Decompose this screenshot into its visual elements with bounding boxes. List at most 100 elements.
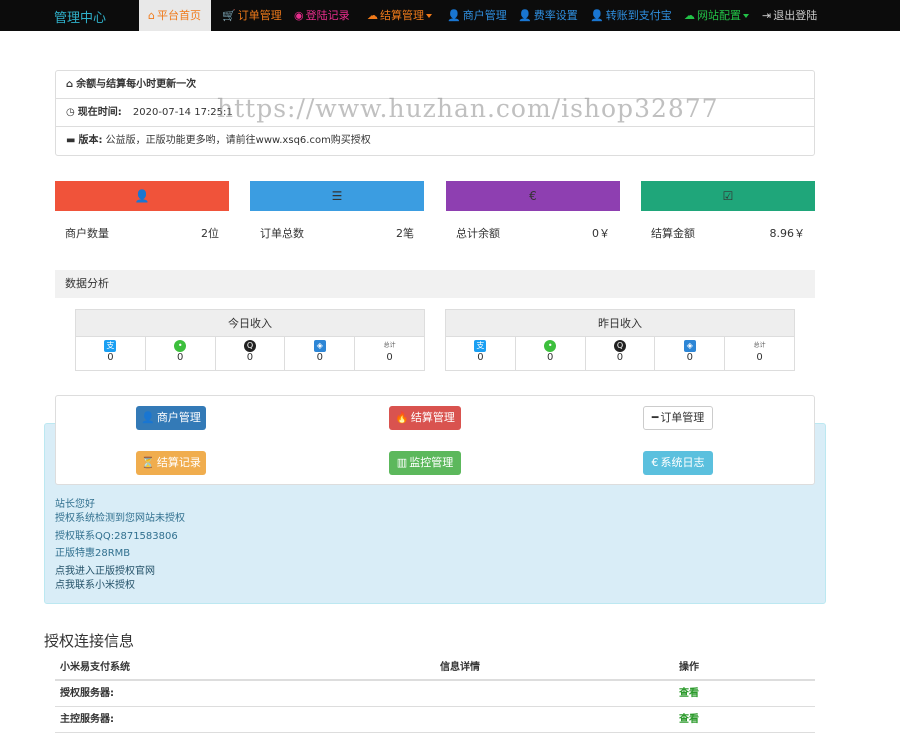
stat-header: ☑ xyxy=(641,181,815,211)
column-header: 操作 xyxy=(679,662,699,673)
watermark: https://www.huzhan.com/ishop32877 xyxy=(217,94,719,123)
total-icon: 总计 xyxy=(383,342,396,349)
comment-icon: ▬ xyxy=(66,135,76,146)
monitor-manage-button[interactable]: ▥ 监控管理 xyxy=(389,451,461,475)
notice-line: 授权联系QQ:2871583806 xyxy=(55,531,178,542)
income-cell-wechat: • 0 xyxy=(146,337,216,370)
euro-icon: € xyxy=(529,189,537,203)
stat-value: 2位 xyxy=(201,227,219,240)
analysis-header: 数据分析 xyxy=(55,270,815,298)
income-cell-shield: ◈ 0 xyxy=(285,337,356,370)
clock-icon: ◷ xyxy=(66,107,75,118)
stat-label: 订单总数 xyxy=(260,227,304,240)
nav-item-login-records[interactable]: ◉ 登陆记录 xyxy=(294,0,350,31)
hourglass-icon: ⏳ xyxy=(141,456,155,469)
euro-icon: € xyxy=(651,456,659,469)
time-label: 现在时间: xyxy=(77,107,122,118)
stat-header: € xyxy=(446,181,620,211)
view-link[interactable]: 查看 xyxy=(679,707,699,733)
list-icon: ☰ xyxy=(331,189,343,203)
nav-item-label: 订单管理 xyxy=(237,9,282,22)
nav-item-site-config[interactable]: ☁ 网站配置 xyxy=(684,0,749,31)
nav-item-label: 退出登陆 xyxy=(773,9,818,22)
cloud-icon: ☁ xyxy=(367,9,378,22)
qq-icon: Q xyxy=(243,340,256,352)
shield-icon: ◈ xyxy=(683,340,696,352)
nav-item-merchants[interactable]: 👤 商户管理 xyxy=(447,0,507,31)
camera-icon: ◉ xyxy=(294,9,304,22)
barcode-icon: ▥ xyxy=(396,456,408,469)
cart-icon: 🛒 xyxy=(222,9,236,22)
income-cell-wechat: • 0 xyxy=(516,337,586,370)
stat-card-settled: ☑ 结算金额 8.96￥ xyxy=(641,181,815,257)
stat-label: 结算金额 xyxy=(651,227,695,240)
user-icon: 👤 xyxy=(518,9,532,22)
info-version-row: ▬ 版本: 公益版，正版功能更多哟，请前往www.xsq6.com购买授权 xyxy=(56,127,814,155)
stat-header: 👤 xyxy=(55,181,229,211)
qq-icon: Q xyxy=(613,340,626,352)
nav-item-orders[interactable]: 🛒 订单管理 xyxy=(222,0,282,31)
wechat-icon: • xyxy=(174,340,187,352)
nav-item-label: 登陆记录 xyxy=(305,9,350,22)
income-title: 昨日收入 xyxy=(445,309,795,337)
system-log-button[interactable]: € 系统日志 xyxy=(643,451,713,475)
income-today: 今日收入 支0 • 0 Q0 ◈ 0 总计 0 xyxy=(75,309,425,371)
check-icon: ☑ xyxy=(722,189,734,203)
nav-item-rate-settings[interactable]: 👤 费率设置 xyxy=(518,0,578,31)
column-header: 小米易支付系统 xyxy=(60,662,130,673)
user-icon: 👤 xyxy=(447,9,461,22)
nav-item-logout[interactable]: ⇥ 退出登陆 xyxy=(762,0,817,31)
user-icon: 👤 xyxy=(141,411,155,424)
stat-card-merchants: 👤 商户数量 2位 xyxy=(55,181,229,257)
alipay-icon: 支 xyxy=(474,340,487,352)
merchant-manage-button[interactable]: 👤 商户管理 xyxy=(136,406,206,430)
home-icon: ⌂ xyxy=(66,79,74,90)
brand-title[interactable]: 管理中心 xyxy=(54,7,106,26)
stat-card-orders: ☰ 订单总数 2笔 xyxy=(250,181,424,257)
income-cell-shield: ◈ 0 xyxy=(655,337,726,370)
chevron-down-icon xyxy=(426,14,432,18)
income-cell-alipay: 支0 xyxy=(446,337,516,370)
minus-icon: ━ xyxy=(651,411,659,424)
income-cell-alipay: 支0 xyxy=(76,337,146,370)
row-label: 授权服务器: xyxy=(60,688,114,699)
auth-table: 小米易支付系统 信息详情 操作 授权服务器: 查看 主控服务器: 查看 xyxy=(55,655,815,733)
stat-label: 总计余额 xyxy=(456,227,500,240)
income-cell-qq: Q0 xyxy=(586,337,656,370)
notice-line: 授权系统检测到您网站未授权 xyxy=(55,513,185,524)
income-cell-qq: Q0 xyxy=(216,337,286,370)
user-icon: 👤 xyxy=(590,9,604,22)
alipay-icon: 支 xyxy=(104,340,117,352)
column-header: 信息详情 xyxy=(440,662,480,673)
settlement-manage-button[interactable]: 🔥 结算管理 xyxy=(389,406,461,430)
table-header-row: 小米易支付系统 信息详情 操作 xyxy=(55,655,815,681)
quick-actions-panel: 👤 商户管理 🔥 结算管理 ━ 订单管理 ⏳ 结算记录 ▥ 监控管理 € 系统日志 xyxy=(55,395,815,485)
nav-item-label: 结算管理 xyxy=(380,9,424,22)
settlement-record-button[interactable]: ⏳ 结算记录 xyxy=(136,451,206,475)
view-link[interactable]: 查看 xyxy=(679,681,699,707)
official-site-link[interactable]: 点我进入正版授权官网 xyxy=(55,565,155,579)
shield-icon: ◈ xyxy=(313,340,326,352)
stat-value: 0￥ xyxy=(592,227,610,240)
total-icon: 总计 xyxy=(753,342,766,349)
stat-value: 2笔 xyxy=(396,227,414,240)
nav-item-home[interactable]: ⌂ 平台首页 xyxy=(139,0,211,31)
notice-greeting: 站长您好 xyxy=(55,499,95,510)
row-label: 主控服务器: xyxy=(60,714,114,725)
income-cell-total: 总计 0 xyxy=(725,337,794,370)
income-cell-total: 总计 0 xyxy=(355,337,424,370)
auth-section-title: 授权连接信息 xyxy=(44,632,135,650)
order-manage-button[interactable]: ━ 订单管理 xyxy=(643,406,713,430)
home-icon: ⌂ xyxy=(148,9,155,22)
nav-item-label: 商户管理 xyxy=(462,9,507,22)
user-icon: 👤 xyxy=(134,189,150,203)
stat-value: 8.96￥ xyxy=(769,227,806,240)
version-value: 公益版，正版功能更多哟，请前往www.xsq6.com购买授权 xyxy=(105,135,371,146)
contact-link[interactable]: 点我联系小米授权 xyxy=(55,579,135,593)
nav-item-label: 平台首页 xyxy=(156,9,201,22)
nav-item-label: 费率设置 xyxy=(533,9,578,22)
nav-item-settlement[interactable]: ☁ 结算管理 xyxy=(367,0,432,31)
nav-item-transfer-alipay[interactable]: 👤 转账到支付宝 xyxy=(590,0,672,31)
stat-label: 商户数量 xyxy=(65,227,109,240)
stat-card-balance: € 总计余额 0￥ xyxy=(446,181,620,257)
